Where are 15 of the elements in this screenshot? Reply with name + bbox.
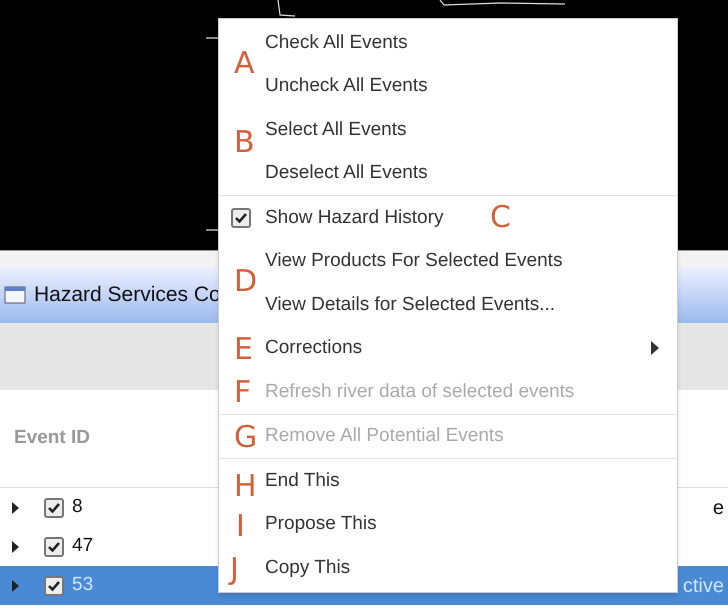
annotation-letter: I [236,510,245,544]
annotation-letter: B [234,126,255,160]
table-cell-text: e [712,496,724,520]
event-id: 53 [72,573,94,598]
table-cell-text: ctive [682,574,724,598]
annotation-letter: H [234,470,257,504]
annotation-letter: E [234,333,253,367]
annotation-letter: C [490,201,511,235]
event-id: 47 [72,534,94,558]
event-id: 8 [72,495,83,520]
annotation-letter: A [234,47,255,81]
annotation-letter: D [234,265,258,299]
annotation-letter: J [230,553,239,587]
annotation-letter: F [234,376,252,410]
annotation-letter: G [234,421,258,455]
